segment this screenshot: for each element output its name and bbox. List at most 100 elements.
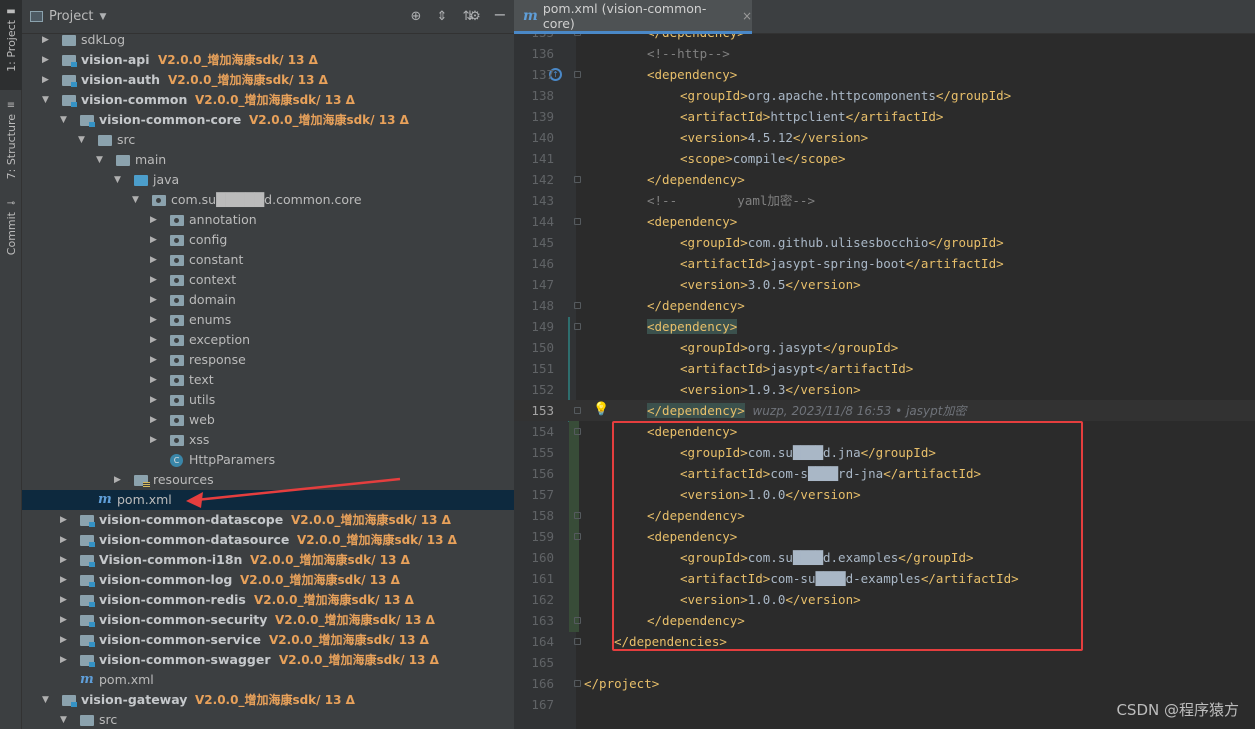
tree-item[interactable]: ▶ vision-common-log V2.0.0_增加海康sdk/ 13 Δ <box>22 570 514 590</box>
collapsed-chevron-icon[interactable]: ▶ <box>150 390 160 410</box>
editor-tab-pom-xml[interactable]: m pom.xml (vision-common-core) × <box>514 0 752 34</box>
tree-item[interactable]: ▶ sdkLog <box>22 30 514 50</box>
collapsed-chevron-icon[interactable]: ▶ <box>42 70 52 90</box>
tree-item[interactable]: ▶ vision-api V2.0.0_增加海康sdk/ 13 Δ <box>22 50 514 70</box>
tree-item[interactable]: ▼ com.su█████d.common.core <box>22 190 514 210</box>
fold-marker-icon[interactable] <box>574 323 581 330</box>
collapsed-chevron-icon[interactable]: ▶ <box>114 470 124 490</box>
tree-item[interactable]: ▶ annotation <box>22 210 514 230</box>
tree-item[interactable]: ▼ src <box>22 130 514 150</box>
tree-item[interactable]: ▼ main <box>22 150 514 170</box>
tree-item[interactable]: ▶ context <box>22 270 514 290</box>
tree-item[interactable]: m pom.xml <box>22 670 514 690</box>
code-line[interactable]: 162 <version>1.0.0</version> <box>514 589 1255 610</box>
code-line[interactable]: 142 </dependency> <box>514 169 1255 190</box>
collapsed-chevron-icon[interactable]: ▶ <box>60 530 70 550</box>
collapsed-chevron-icon[interactable]: ▶ <box>150 250 160 270</box>
expanded-chevron-icon[interactable]: ▼ <box>60 710 70 729</box>
collapsed-chevron-icon[interactable]: ▶ <box>150 370 160 390</box>
code-line[interactable]: 153 </dependency> wuzp, 2023/11/8 16:53 •… <box>514 400 1255 421</box>
code-line[interactable]: 148 </dependency> <box>514 295 1255 316</box>
fold-marker-icon[interactable] <box>574 680 581 687</box>
expanded-chevron-icon[interactable]: ▼ <box>132 190 142 210</box>
code-line[interactable]: 157 <version>1.0.0</version> <box>514 484 1255 505</box>
code-line[interactable]: 163 </dependency> <box>514 610 1255 631</box>
tree-item[interactable]: ▶ enums <box>22 310 514 330</box>
code-line[interactable]: 138 <groupId>org.apache.httpcomponents</g… <box>514 85 1255 106</box>
expanded-chevron-icon[interactable]: ▼ <box>42 90 52 110</box>
code-line[interactable]: 149 <dependency> <box>514 316 1255 337</box>
commit-tool-tab[interactable]: ⊸ Commit <box>0 196 22 256</box>
tree-item[interactable]: ▶ vision-common-datascope V2.0.0_增加海康sdk/ … <box>22 510 514 530</box>
tree-item[interactable]: ▶ constant <box>22 250 514 270</box>
tree-item[interactable]: ▼ vision-gateway V2.0.0_增加海康sdk/ 13 Δ <box>22 690 514 710</box>
fold-marker-icon[interactable] <box>574 617 581 624</box>
tree-item[interactable]: ▶ vision-common-security V2.0.0_增加海康sdk/ 1… <box>22 610 514 630</box>
fold-marker-icon[interactable] <box>574 512 581 519</box>
tree-item[interactable]: m pom.xml <box>22 490 514 510</box>
tree-item[interactable]: ▶ vision-common-service V2.0.0_增加海康sdk/ 13… <box>22 630 514 650</box>
expanded-chevron-icon[interactable]: ▼ <box>78 130 88 150</box>
fold-marker-icon[interactable] <box>574 176 581 183</box>
collapsed-chevron-icon[interactable]: ▶ <box>150 230 160 250</box>
collapsed-chevron-icon[interactable]: ▶ <box>150 290 160 310</box>
code-line[interactable]: 147 <version>3.0.5</version> <box>514 274 1255 295</box>
tree-item[interactable]: ▶ utils <box>22 390 514 410</box>
code-line[interactable]: 143 <!-- yaml加密--> <box>514 190 1255 211</box>
code-line[interactable]: 159 <dependency> <box>514 526 1255 547</box>
tree-item[interactable]: ▶ domain <box>22 290 514 310</box>
fold-marker-icon[interactable] <box>574 428 581 435</box>
tree-item[interactable]: ▶ vision-common-swagger V2.0.0_增加海康sdk/ 13… <box>22 650 514 670</box>
collapse-all-icon[interactable]: ⇕ <box>434 9 450 25</box>
code-line[interactable]: 150 <groupId>org.jasypt</groupId> <box>514 337 1255 358</box>
collapsed-chevron-icon[interactable]: ▶ <box>60 510 70 530</box>
code-line[interactable]: 164 </dependencies> <box>514 631 1255 652</box>
tree-item[interactable]: ▶ response <box>22 350 514 370</box>
expanded-chevron-icon[interactable]: ▼ <box>60 110 70 130</box>
collapsed-chevron-icon[interactable]: ▶ <box>150 310 160 330</box>
fold-marker-icon[interactable] <box>574 71 581 78</box>
code-line[interactable]: 140 <version>4.5.12</version> <box>514 127 1255 148</box>
tree-item[interactable]: ▶ web <box>22 410 514 430</box>
tree-item[interactable]: ▶ resources <box>22 470 514 490</box>
structure-tool-tab[interactable]: ≡ 7: Structure <box>0 96 22 188</box>
collapsed-chevron-icon[interactable]: ▶ <box>60 610 70 630</box>
settings-gear-icon[interactable]: ⚙ <box>467 9 483 25</box>
code-line[interactable]: 161 <artifactId>com-su████d-examples</art… <box>514 568 1255 589</box>
expanded-chevron-icon[interactable]: ▼ <box>42 690 52 710</box>
collapsed-chevron-icon[interactable]: ▶ <box>60 650 70 670</box>
tree-item[interactable]: ▼ src <box>22 710 514 729</box>
collapsed-chevron-icon[interactable]: ▶ <box>42 50 52 70</box>
fold-marker-icon[interactable] <box>574 533 581 540</box>
tree-item[interactable]: ▶ xss <box>22 430 514 450</box>
code-line[interactable]: 141 <scope>compile</scope> <box>514 148 1255 169</box>
tree-item[interactable]: C HttpParamers <box>22 450 514 470</box>
collapsed-chevron-icon[interactable]: ▶ <box>60 590 70 610</box>
project-tool-tab[interactable]: ▬ 1: Project <box>0 0 22 90</box>
collapsed-chevron-icon[interactable]: ▶ <box>150 270 160 290</box>
fold-marker-icon[interactable] <box>574 218 581 225</box>
close-tab-icon[interactable]: × <box>742 9 752 23</box>
tree-item[interactable]: ▶ vision-common-redis V2.0.0_增加海康sdk/ 13 Δ <box>22 590 514 610</box>
code-line[interactable]: 156 <artifactId>com-s████rd-jna</artifact… <box>514 463 1255 484</box>
locate-file-icon[interactable]: ⊕ <box>408 9 424 25</box>
collapsed-chevron-icon[interactable]: ▶ <box>150 430 160 450</box>
fold-marker-icon[interactable] <box>574 407 581 414</box>
tree-item[interactable]: ▶ vision-common-datasource V2.0.0_增加海康sdk/… <box>22 530 514 550</box>
code-line[interactable]: 154 <dependency> <box>514 421 1255 442</box>
code-line[interactable]: 165 <box>514 652 1255 673</box>
tree-item[interactable]: ▼ vision-common-core V2.0.0_增加海康sdk/ 13 Δ <box>22 110 514 130</box>
code-line[interactable]: 155 <groupId>com.su████d.jna</groupId> <box>514 442 1255 463</box>
tree-item[interactable]: ▶ Vision-common-i18n V2.0.0_增加海康sdk/ 13 Δ <box>22 550 514 570</box>
collapsed-chevron-icon[interactable]: ▶ <box>60 550 70 570</box>
code-line[interactable]: 144 <dependency> <box>514 211 1255 232</box>
tree-item[interactable]: ▶ vision-auth V2.0.0_增加海康sdk/ 13 Δ <box>22 70 514 90</box>
tree-item[interactable]: ▼ java <box>22 170 514 190</box>
view-dropdown-chevron-icon[interactable]: ▼ <box>99 12 106 22</box>
collapsed-chevron-icon[interactable]: ▶ <box>150 210 160 230</box>
code-line[interactable]: 137 <dependency> <box>514 64 1255 85</box>
collapsed-chevron-icon[interactable]: ▶ <box>150 350 160 370</box>
collapsed-chevron-icon[interactable]: ▶ <box>42 30 52 50</box>
collapsed-chevron-icon[interactable]: ▶ <box>60 570 70 590</box>
code-line[interactable]: 139 <artifactId>httpclient</artifactId> <box>514 106 1255 127</box>
